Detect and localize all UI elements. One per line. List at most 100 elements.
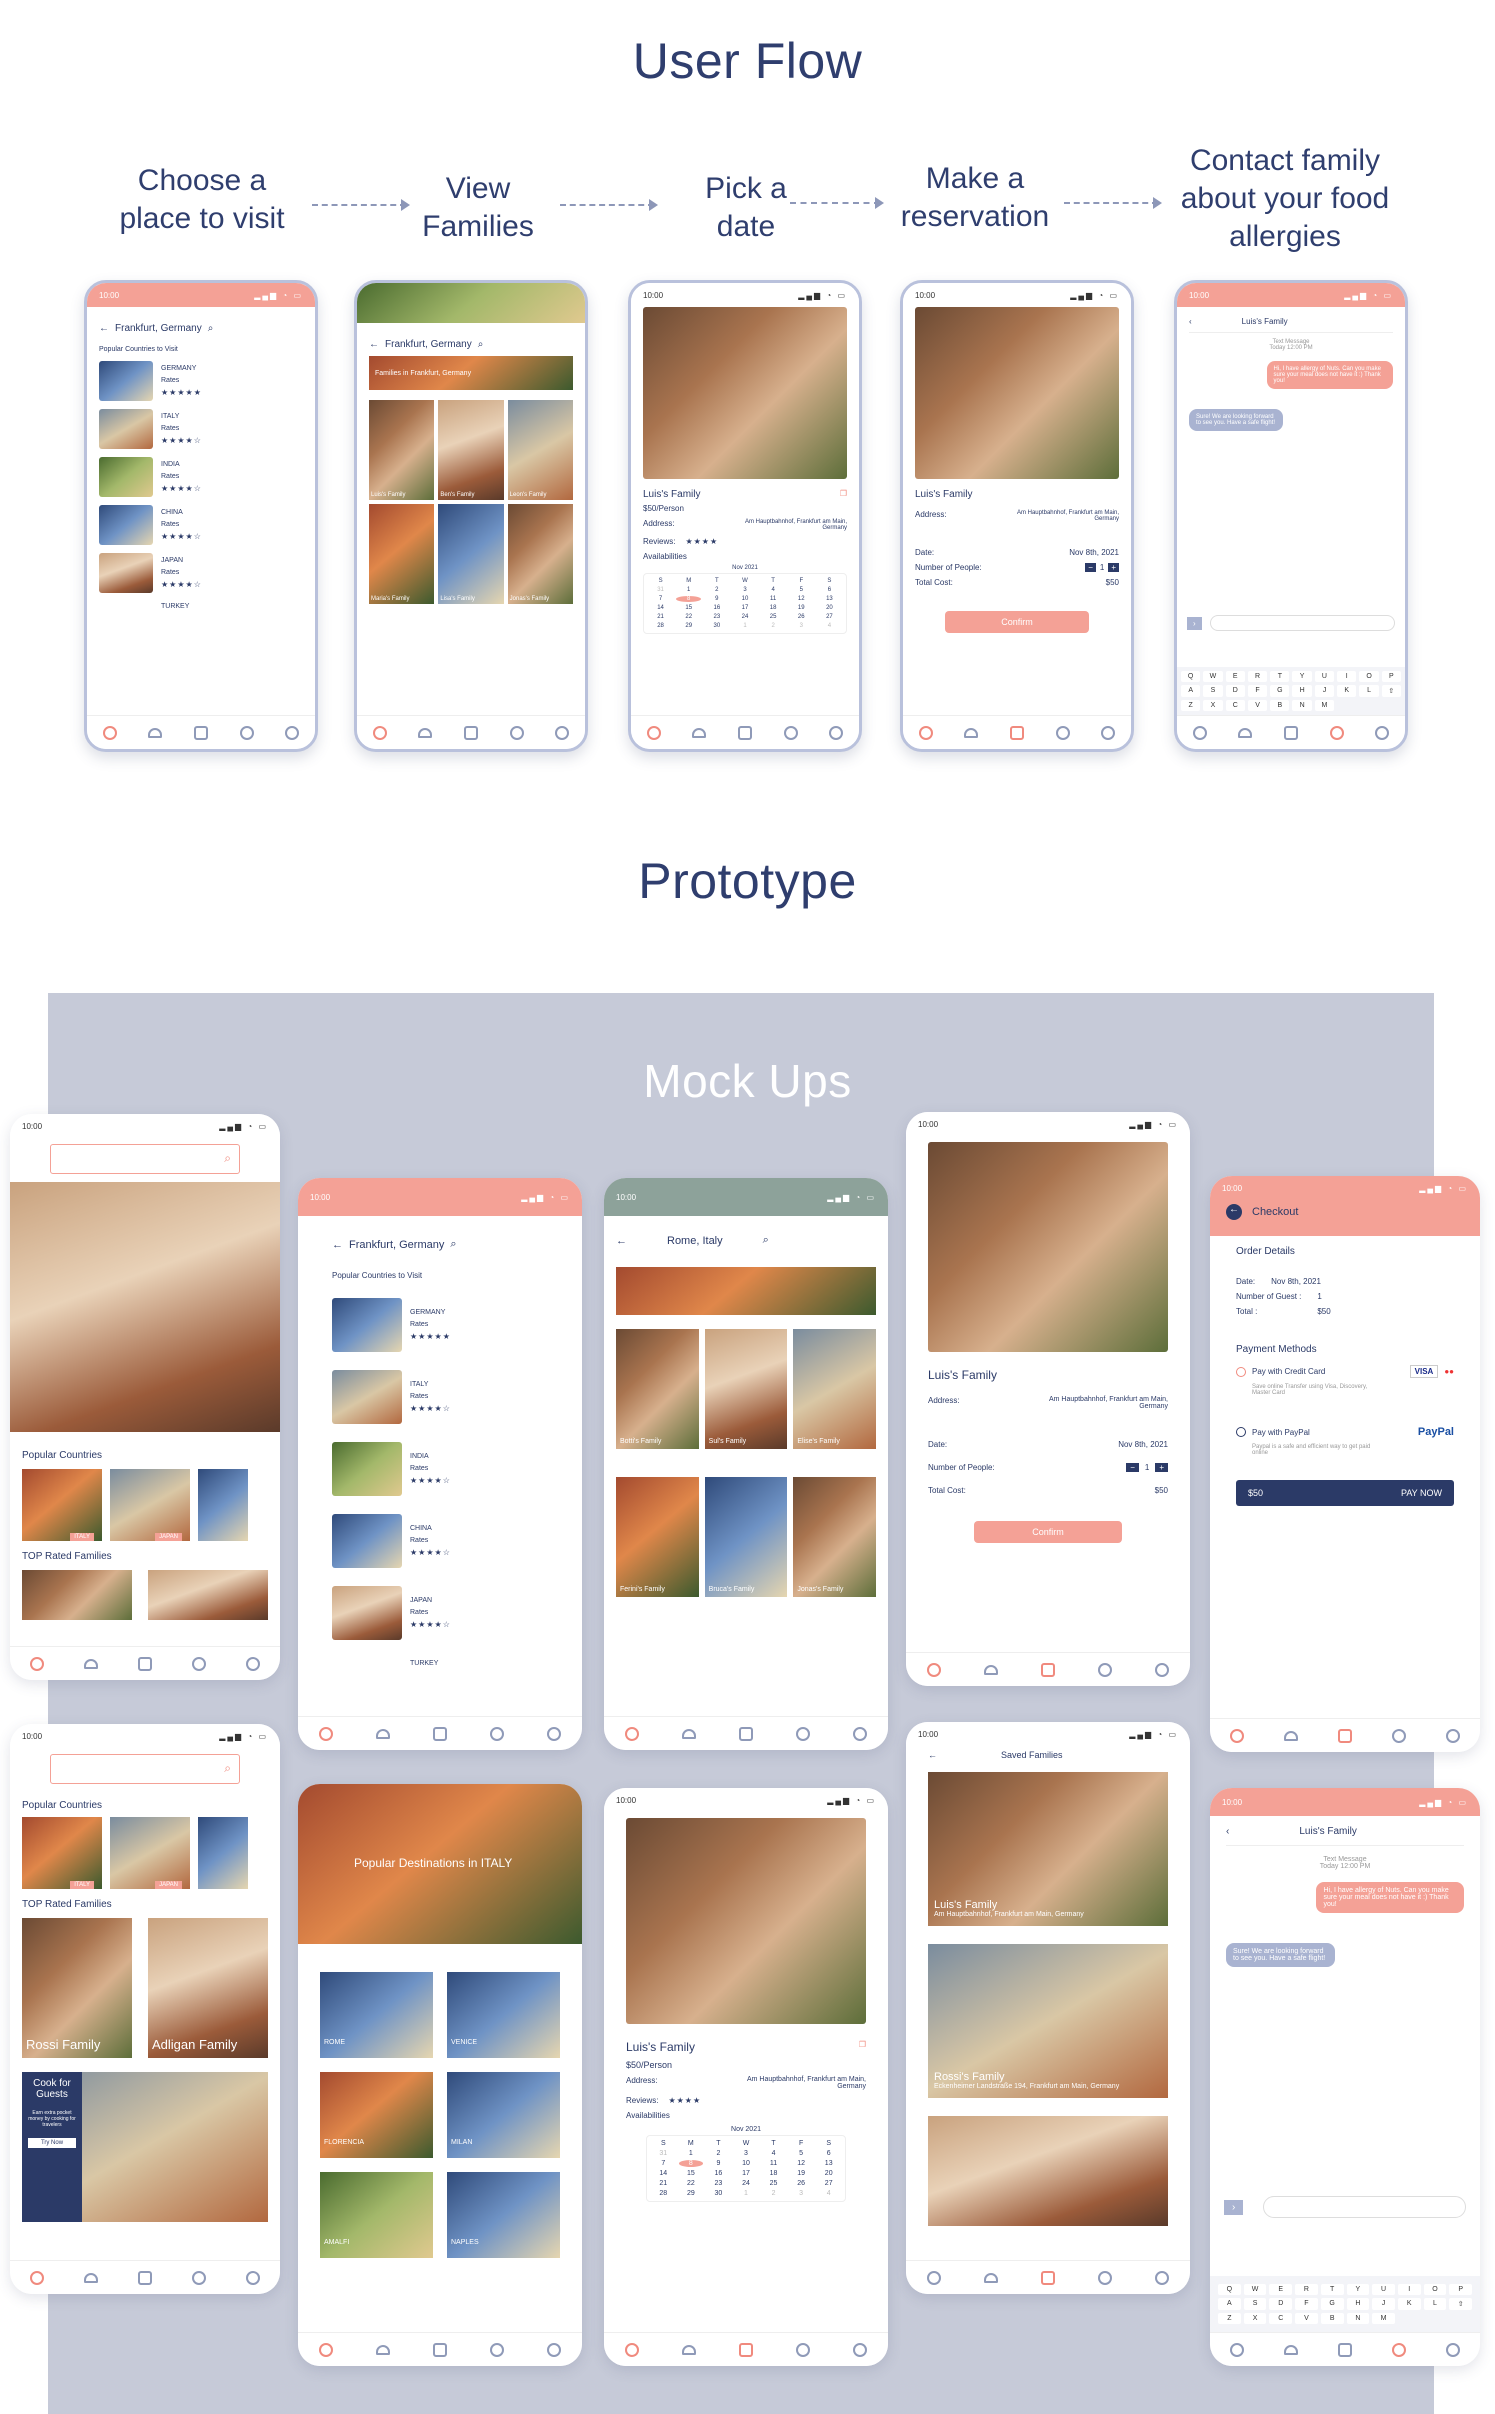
dish-icon[interactable]	[376, 1728, 391, 1739]
keyboard-key[interactable]: Q	[1218, 2284, 1241, 2295]
dish-icon[interactable]	[148, 727, 163, 738]
bookmark-icon[interactable]	[432, 1726, 447, 1741]
back-arrow-icon[interactable]: ←	[332, 1239, 343, 1251]
calendar-day[interactable]: 11	[761, 596, 786, 602]
family-card[interactable]: Botti's Family	[616, 1329, 699, 1449]
search-icon[interactable]: ⌕	[478, 339, 484, 350]
chat-icon[interactable]	[1392, 1728, 1406, 1743]
calendar-day[interactable]: 22	[676, 614, 701, 620]
calendar-day[interactable]: 12	[789, 596, 814, 602]
home-icon[interactable]	[319, 2342, 334, 2357]
chat-icon[interactable]	[795, 2342, 810, 2357]
home-icon[interactable]	[625, 1726, 640, 1741]
keyboard-key[interactable]: H	[1292, 685, 1312, 697]
keyboard-key[interactable]: Z	[1181, 700, 1201, 711]
bookmark-icon[interactable]	[193, 725, 208, 740]
chat-icon[interactable]	[1097, 1662, 1112, 1677]
calendar-day[interactable]: 14	[651, 2170, 676, 2177]
country-card[interactable]: ITALY	[22, 1817, 102, 1889]
profile-icon[interactable]	[1154, 2270, 1169, 2285]
calendar-day[interactable]: 21	[648, 614, 673, 620]
calendar-day[interactable]: 23	[706, 2180, 731, 2187]
bookmark-icon[interactable]	[737, 725, 752, 740]
bookmark-icon[interactable]: ❐	[859, 2040, 866, 2054]
back-arrow-icon[interactable]: ←	[616, 1235, 627, 1247]
keyboard-key[interactable]: N	[1292, 700, 1312, 711]
family-card[interactable]: Jonas's Family	[793, 1477, 876, 1597]
dish-icon[interactable]	[682, 2344, 697, 2355]
chat-icon[interactable]	[783, 725, 798, 740]
search-icon[interactable]: ⌕	[224, 1151, 231, 1166]
keyboard-key[interactable]: U	[1372, 2284, 1395, 2295]
keyboard-key[interactable]: F	[1247, 685, 1268, 697]
bookmark-icon[interactable]: ❐	[840, 489, 847, 500]
calendar-day[interactable]: 13	[817, 596, 842, 602]
pay-now-button[interactable]: $50 PAY NOW	[1236, 1480, 1454, 1506]
calendar-day[interactable]: 2	[761, 2190, 786, 2197]
search-icon[interactable]: ⌕	[450, 1238, 456, 1251]
keyboard-key[interactable]: B	[1320, 2313, 1344, 2324]
calendar-day[interactable]: 19	[789, 2170, 814, 2177]
calendar-day[interactable]: 28	[651, 2190, 676, 2197]
calendar-day[interactable]: 12	[789, 2160, 814, 2167]
keyboard-key[interactable]: A	[1181, 685, 1201, 697]
calendar-day[interactable]: 2	[704, 587, 729, 593]
calendar-day[interactable]: 7	[651, 2160, 676, 2167]
message-input[interactable]	[1263, 2196, 1466, 2218]
expand-button[interactable]: ›	[1187, 616, 1202, 630]
keyboard-key[interactable]: R	[1247, 671, 1268, 682]
bookmark-icon[interactable]	[1338, 1728, 1352, 1743]
profile-icon[interactable]	[1446, 1728, 1460, 1743]
keyboard-key[interactable]: P	[1381, 671, 1401, 682]
family-card[interactable]: Maria's Family	[369, 504, 435, 604]
keyboard-key[interactable]: Y	[1292, 671, 1312, 682]
calendar-day[interactable]: 10	[734, 2160, 759, 2167]
keyboard-key[interactable]: I	[1397, 2284, 1421, 2295]
dish-icon[interactable]	[376, 2344, 391, 2355]
country-row[interactable]: ITALY Rates ★★★★☆	[332, 1370, 548, 1424]
search-input[interactable]: ⌕	[50, 1144, 240, 1174]
home-icon[interactable]	[1192, 725, 1207, 740]
radio-selected-icon[interactable]	[1236, 1366, 1246, 1377]
home-icon[interactable]	[625, 2342, 640, 2357]
profile-icon[interactable]	[285, 725, 300, 740]
country-card[interactable]: JAPAN	[110, 1469, 190, 1541]
calendar-day[interactable]: 31	[648, 587, 673, 593]
bookmark-icon[interactable]	[1338, 2342, 1352, 2357]
radio-icon[interactable]	[1236, 1427, 1246, 1437]
country-card[interactable]: ITALY	[22, 1469, 102, 1541]
family-card[interactable]: Sul's Family	[704, 1329, 788, 1449]
bookmark-icon[interactable]	[1009, 725, 1024, 740]
calendar-day[interactable]: 20	[816, 2170, 841, 2177]
location-search[interactable]: ← Rome, Italy ⌕	[616, 1228, 876, 1253]
keyboard-key[interactable]: E	[1225, 671, 1245, 682]
location-search[interactable]: ← Frankfurt, Germany ⌕	[332, 1232, 548, 1257]
keyboard-key[interactable]: L	[1423, 2298, 1447, 2310]
keyboard-key[interactable]: S	[1243, 2298, 1267, 2310]
chat-icon[interactable]	[192, 1656, 206, 1671]
keyboard-key[interactable]: V	[1247, 700, 1268, 711]
calendar-day[interactable]: 4	[761, 587, 786, 593]
country-card[interactable]	[198, 1469, 248, 1541]
calendar-day[interactable]: 15	[676, 605, 701, 611]
family-card[interactable]: Bruca's Family	[704, 1477, 788, 1597]
calendar-day[interactable]: 1	[732, 623, 757, 629]
country-row[interactable]: CHINA Rates ★★★★☆	[332, 1514, 548, 1568]
keyboard-key[interactable]: J	[1314, 685, 1335, 697]
calendar-day[interactable]: 22	[679, 2180, 704, 2187]
back-arrow-icon[interactable]: ←	[1226, 1204, 1242, 1220]
family-card[interactable]	[148, 1570, 268, 1620]
saved-card[interactable]	[928, 2116, 1168, 2226]
bookmark-icon[interactable]	[463, 725, 478, 740]
calendar-day[interactable]: 7	[648, 596, 673, 602]
dish-icon[interactable]	[984, 1664, 999, 1675]
home-icon[interactable]	[927, 1662, 942, 1677]
chat-icon[interactable]	[489, 1726, 504, 1741]
keyboard-key[interactable]: Q	[1181, 671, 1201, 682]
back-arrow-icon[interactable]: ‹	[1226, 1826, 1229, 1837]
calendar-day[interactable]: 2	[706, 2150, 731, 2157]
home-icon[interactable]	[319, 1726, 334, 1741]
keyboard-key[interactable]: O	[1359, 671, 1379, 682]
family-card[interactable]: Jonas's Family	[507, 504, 573, 604]
keyboard-key[interactable]: G	[1270, 685, 1290, 697]
